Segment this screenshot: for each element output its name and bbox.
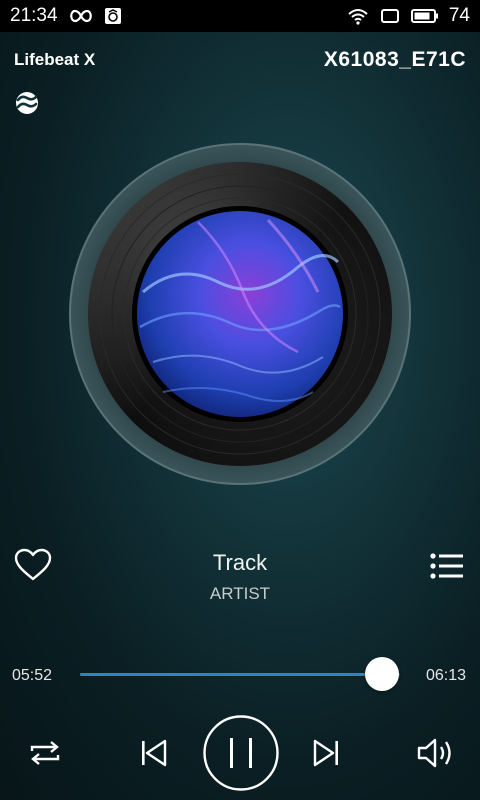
pause-button[interactable] xyxy=(202,714,280,797)
status-bar: 21:34 74 xyxy=(0,0,480,32)
infinity-icon xyxy=(69,9,92,23)
elapsed-time: 05:52 xyxy=(12,667,53,684)
volume-icon xyxy=(417,738,451,768)
album-disc xyxy=(68,142,412,486)
repeat-icon xyxy=(30,741,60,765)
playlist-button[interactable] xyxy=(430,552,464,585)
device-id[interactable]: X61083_E71C xyxy=(324,48,466,72)
link-icon[interactable] xyxy=(12,90,42,121)
progress-bar[interactable] xyxy=(80,657,400,691)
status-left: 21:34 xyxy=(10,5,122,27)
duration-time: 06:13 xyxy=(425,667,466,684)
progress-fill xyxy=(80,673,382,676)
status-time: 21:34 xyxy=(10,5,58,26)
progress-knob[interactable] xyxy=(364,657,399,691)
next-button[interactable] xyxy=(310,737,342,774)
battery-icon xyxy=(410,9,438,23)
wifi-icon xyxy=(348,9,368,25)
disc-graphic xyxy=(69,143,411,485)
playlist-icon xyxy=(430,553,463,579)
volume-button[interactable] xyxy=(416,736,456,775)
app-notification-icon xyxy=(104,8,121,24)
repeat-button[interactable] xyxy=(28,738,62,773)
previous-icon xyxy=(142,739,167,767)
track-title: Track xyxy=(212,550,268,575)
artist-name: ARTIST xyxy=(209,584,271,603)
battery-level: 74 xyxy=(448,5,470,26)
screen-icon xyxy=(380,9,399,23)
app-name: Lifebeat X xyxy=(14,50,96,69)
previous-button[interactable] xyxy=(138,737,170,774)
status-right: 74 xyxy=(347,5,470,27)
pause-icon xyxy=(203,715,279,791)
next-icon xyxy=(313,739,338,767)
